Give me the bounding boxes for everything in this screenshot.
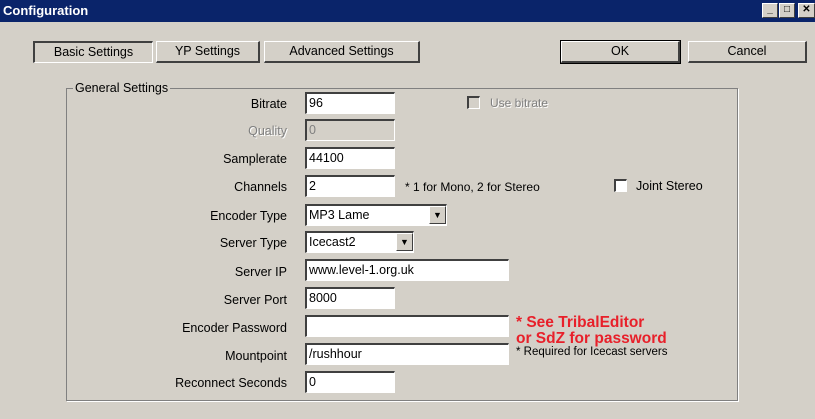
reconnect-seconds-input[interactable]: 0 (305, 371, 395, 393)
dropdown-arrow-icon[interactable]: ▼ (429, 206, 446, 224)
server-port-label: Server Port (223, 293, 287, 307)
maximize-icon: □ (783, 4, 791, 15)
server-ip-label: Server IP (234, 265, 287, 279)
encoder-type-select[interactable]: MP3 Lame ▼ (305, 204, 447, 226)
ok-button[interactable]: OK (560, 40, 681, 64)
tab-basic-settings[interactable]: Basic Settings (33, 41, 153, 63)
use-bitrate-checkbox[interactable] (467, 96, 480, 109)
joint-stereo-label: Joint Stereo (636, 179, 703, 193)
password-note-line2: or SdZ for password (516, 330, 667, 347)
dropdown-arrow-icon[interactable]: ▼ (396, 233, 413, 251)
mountpoint-input[interactable]: /rushhour (305, 343, 509, 365)
encoder-type-label: Encoder Type (210, 209, 287, 223)
samplerate-input[interactable]: 44100 (305, 147, 395, 169)
channels-hint: * 1 for Mono, 2 for Stereo (405, 180, 540, 194)
quality-label: Quality (248, 124, 287, 138)
title-bar: Configuration _ □ ✕ (0, 0, 815, 22)
samplerate-label: Samplerate (223, 152, 287, 166)
server-ip-input[interactable]: www.level-1.org.uk (305, 259, 509, 281)
cancel-button[interactable]: Cancel (688, 41, 807, 63)
channels-label: Channels (234, 180, 287, 194)
close-button[interactable]: ✕ (798, 3, 815, 18)
minimize-button[interactable]: _ (762, 3, 778, 18)
encoder-password-input[interactable] (305, 315, 509, 337)
general-settings-title: General Settings (75, 81, 169, 95)
encoder-password-label: Encoder Password (182, 321, 287, 335)
tab-yp-settings[interactable]: YP Settings (156, 41, 260, 63)
server-type-label: Server Type (219, 236, 287, 250)
server-type-value: Icecast2 (309, 235, 356, 249)
close-icon: ✕ (802, 4, 811, 15)
encoder-type-value: MP3 Lame (309, 208, 370, 222)
reconnect-seconds-label: Reconnect Seconds (175, 376, 287, 390)
server-port-input[interactable]: 8000 (305, 287, 395, 309)
maximize-button[interactable]: □ (779, 3, 795, 18)
tab-advanced-settings[interactable]: Advanced Settings (264, 41, 420, 63)
bitrate-label: Bitrate (250, 97, 287, 111)
channels-input[interactable]: 2 (305, 175, 395, 197)
password-note-line1: * See TribalEditor (516, 314, 645, 331)
joint-stereo-checkbox[interactable] (614, 179, 627, 192)
quality-input[interactable]: 0 (305, 119, 395, 141)
minimize-icon: _ (767, 4, 773, 15)
mountpoint-hint: * Required for Icecast servers (516, 346, 668, 358)
server-type-select[interactable]: Icecast2 ▼ (305, 231, 414, 253)
bitrate-input[interactable]: 96 (305, 92, 395, 114)
mountpoint-label: Mountpoint (225, 349, 287, 363)
use-bitrate-label: Use bitrate (490, 96, 549, 110)
window-title: Configuration (3, 3, 89, 18)
